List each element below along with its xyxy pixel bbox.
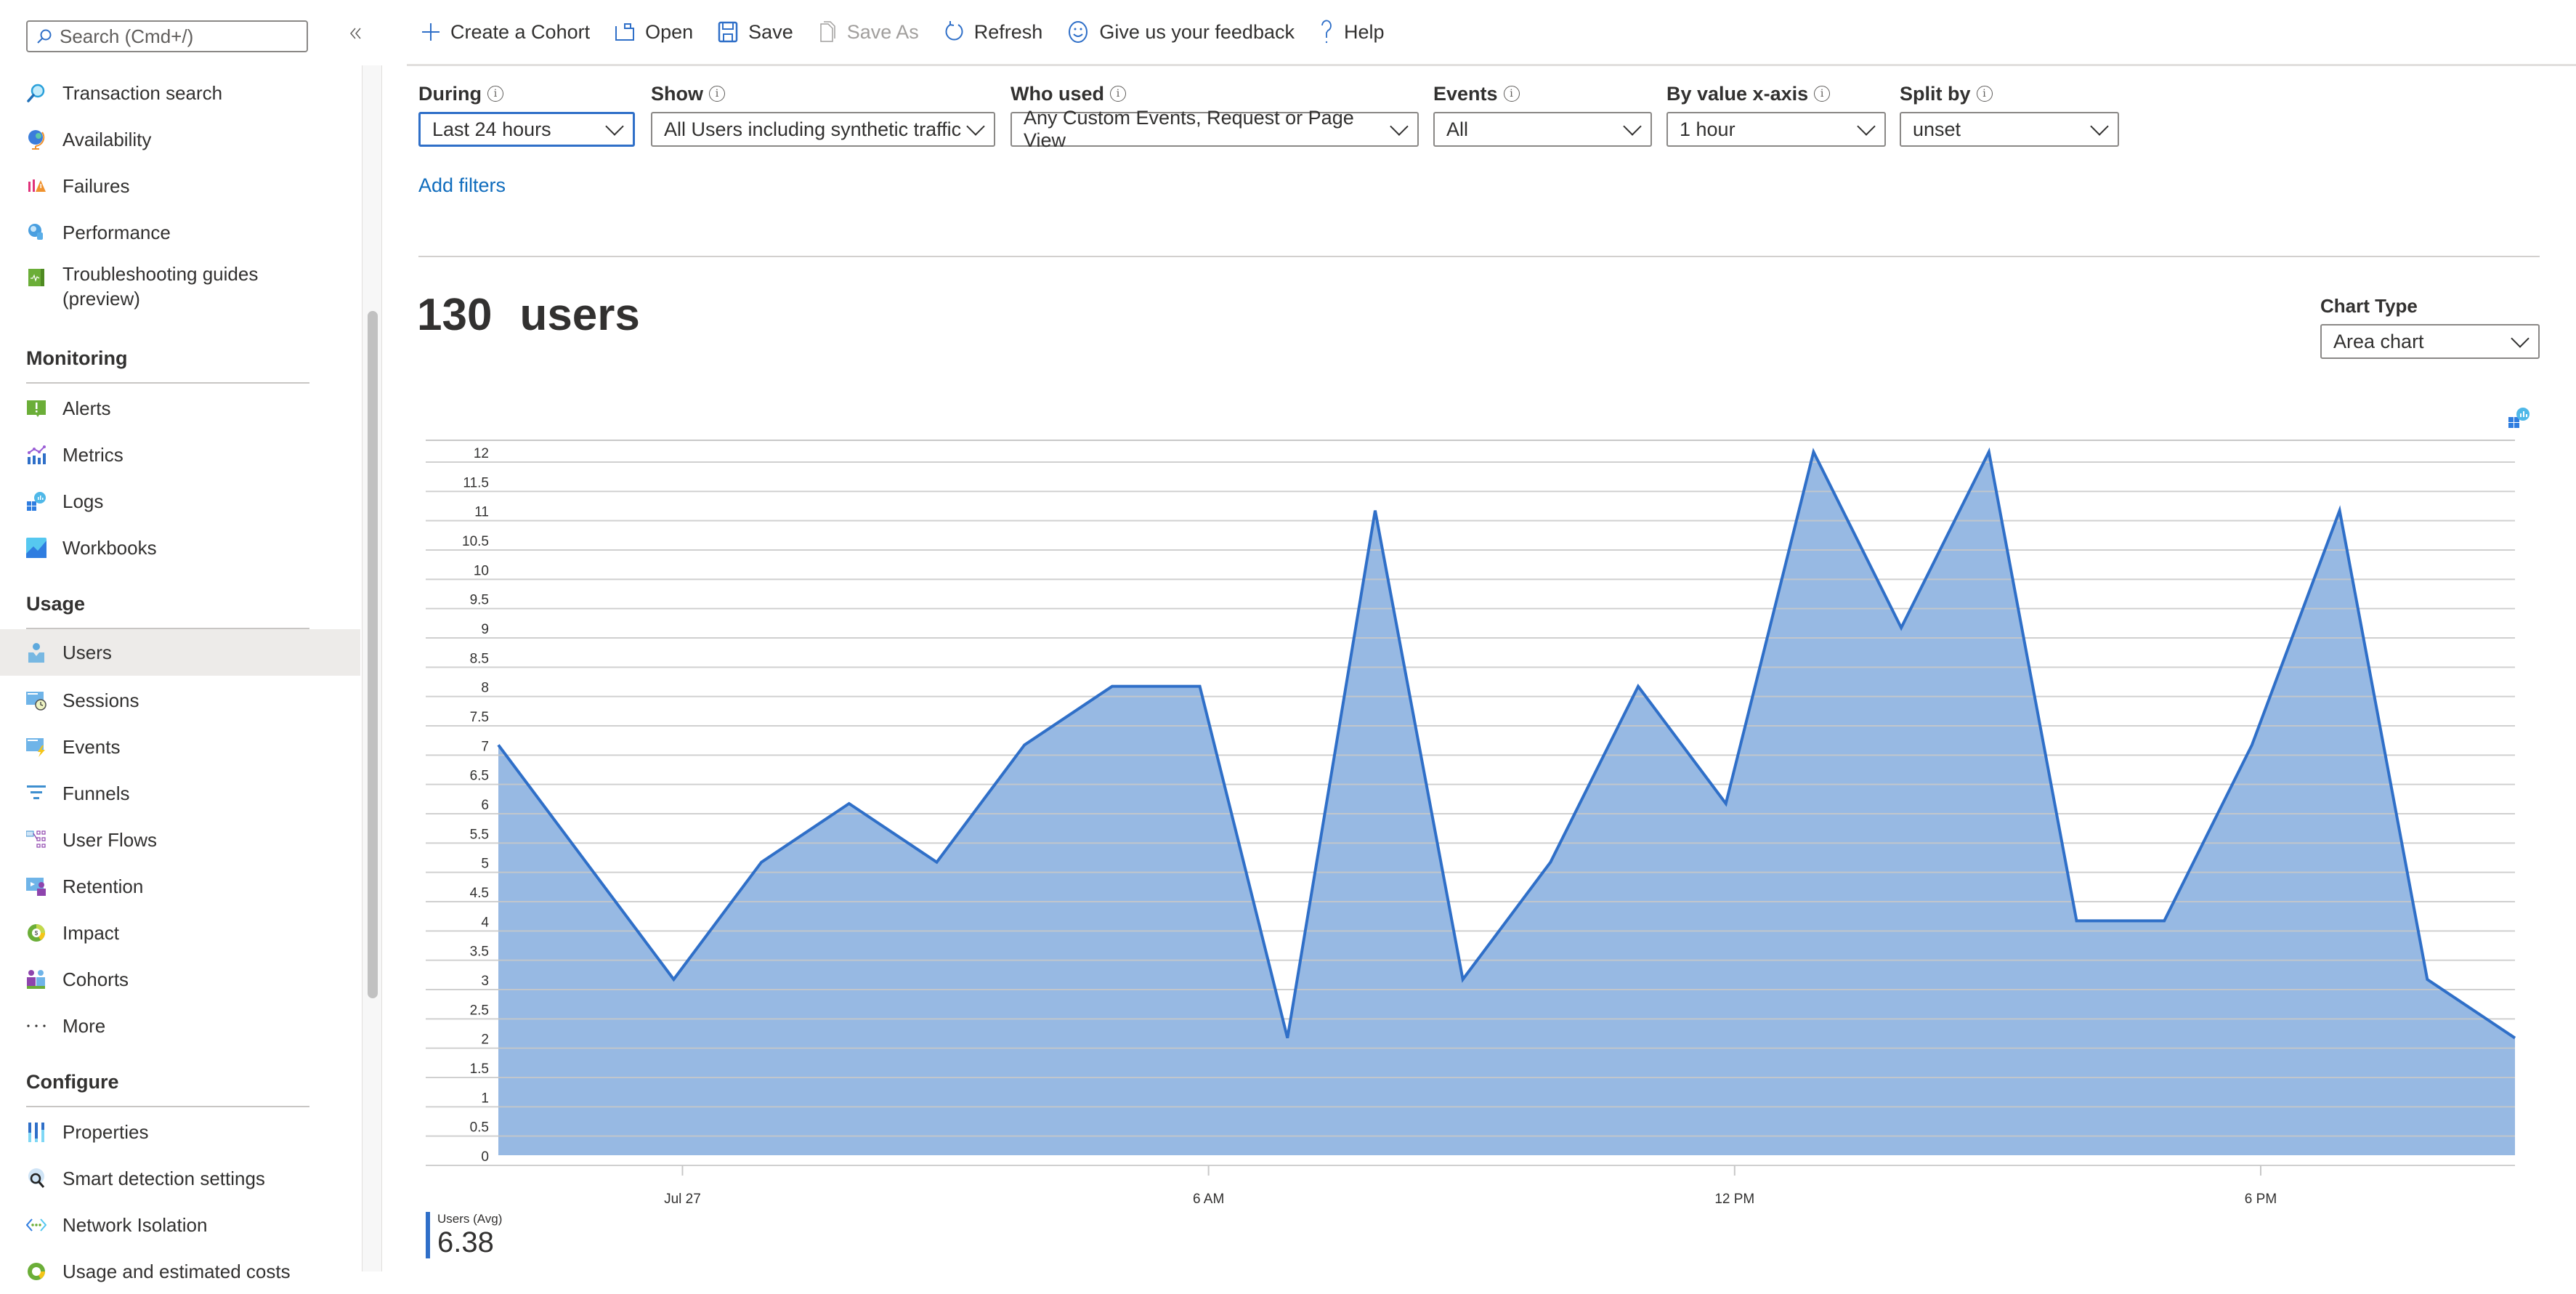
y-tick-label: 4	[481, 915, 489, 930]
data-point	[1637, 685, 1640, 688]
area-fill	[498, 452, 2515, 1155]
data-point	[1111, 685, 1114, 688]
y-tick-label: 11.5	[463, 475, 489, 490]
users-area-chart: 00.511.522.533.544.555.566.577.588.599.5…	[426, 440, 2516, 1207]
y-tick-label: 12	[474, 446, 489, 461]
y-tick-label: 10	[474, 563, 489, 578]
y-tick-label: 6.5	[470, 769, 489, 784]
data-point	[1286, 1037, 1289, 1040]
y-tick-label: 0	[481, 1149, 489, 1165]
data-point	[1725, 802, 1728, 805]
data-point	[585, 861, 588, 864]
data-point	[935, 861, 938, 864]
y-tick-label: 9.5	[470, 593, 489, 608]
data-point	[1374, 509, 1377, 512]
y-tick-label: 7.5	[470, 710, 489, 725]
data-point	[1988, 450, 1990, 453]
y-tick-label: 0.5	[470, 1120, 489, 1136]
y-tick-label: 1	[481, 1091, 489, 1106]
data-point	[672, 978, 675, 981]
x-tick-label: 6 PM	[2245, 1192, 2277, 1207]
data-point	[1462, 978, 1465, 981]
data-point	[2075, 919, 2078, 922]
x-tick-label: 6 AM	[1193, 1192, 1224, 1207]
data-point	[1023, 743, 1026, 746]
legend-series-value: 6.38	[437, 1226, 494, 1258]
data-point	[1900, 626, 1903, 629]
y-tick-label: 9	[481, 622, 489, 637]
chart-legend: Users (Avg) 6.38	[426, 1212, 502, 1258]
y-tick-label: 4.5	[470, 886, 489, 901]
y-tick-label: 3.5	[470, 945, 489, 960]
data-point	[2338, 509, 2341, 512]
data-point	[848, 802, 851, 805]
data-point	[2251, 743, 2253, 746]
data-point	[760, 861, 763, 864]
data-point	[497, 743, 500, 746]
legend-series-name: Users (Avg)	[437, 1212, 503, 1226]
y-tick-label: 5.5	[470, 827, 489, 842]
data-point	[2514, 1037, 2516, 1040]
y-tick-label: 2.5	[470, 1003, 489, 1018]
y-tick-label: 8.5	[470, 651, 489, 666]
x-tick-label: 12 PM	[1714, 1192, 1754, 1207]
y-tick-label: 8	[481, 681, 489, 696]
data-point	[1199, 685, 1202, 688]
y-tick-label: 2	[481, 1032, 489, 1048]
y-tick-label: 5	[481, 857, 489, 872]
x-tick-label: Jul 27	[664, 1192, 701, 1207]
data-point	[1812, 450, 1815, 453]
data-point	[2163, 919, 2166, 922]
y-tick-label: 7	[481, 739, 489, 754]
y-tick-label: 11	[474, 505, 489, 520]
y-tick-label: 10.5	[462, 534, 489, 549]
y-tick-label: 1.5	[470, 1062, 489, 1077]
data-point	[1549, 861, 1552, 864]
y-tick-label: 3	[481, 974, 489, 989]
data-point	[2426, 978, 2429, 981]
y-tick-label: 6	[481, 798, 489, 813]
